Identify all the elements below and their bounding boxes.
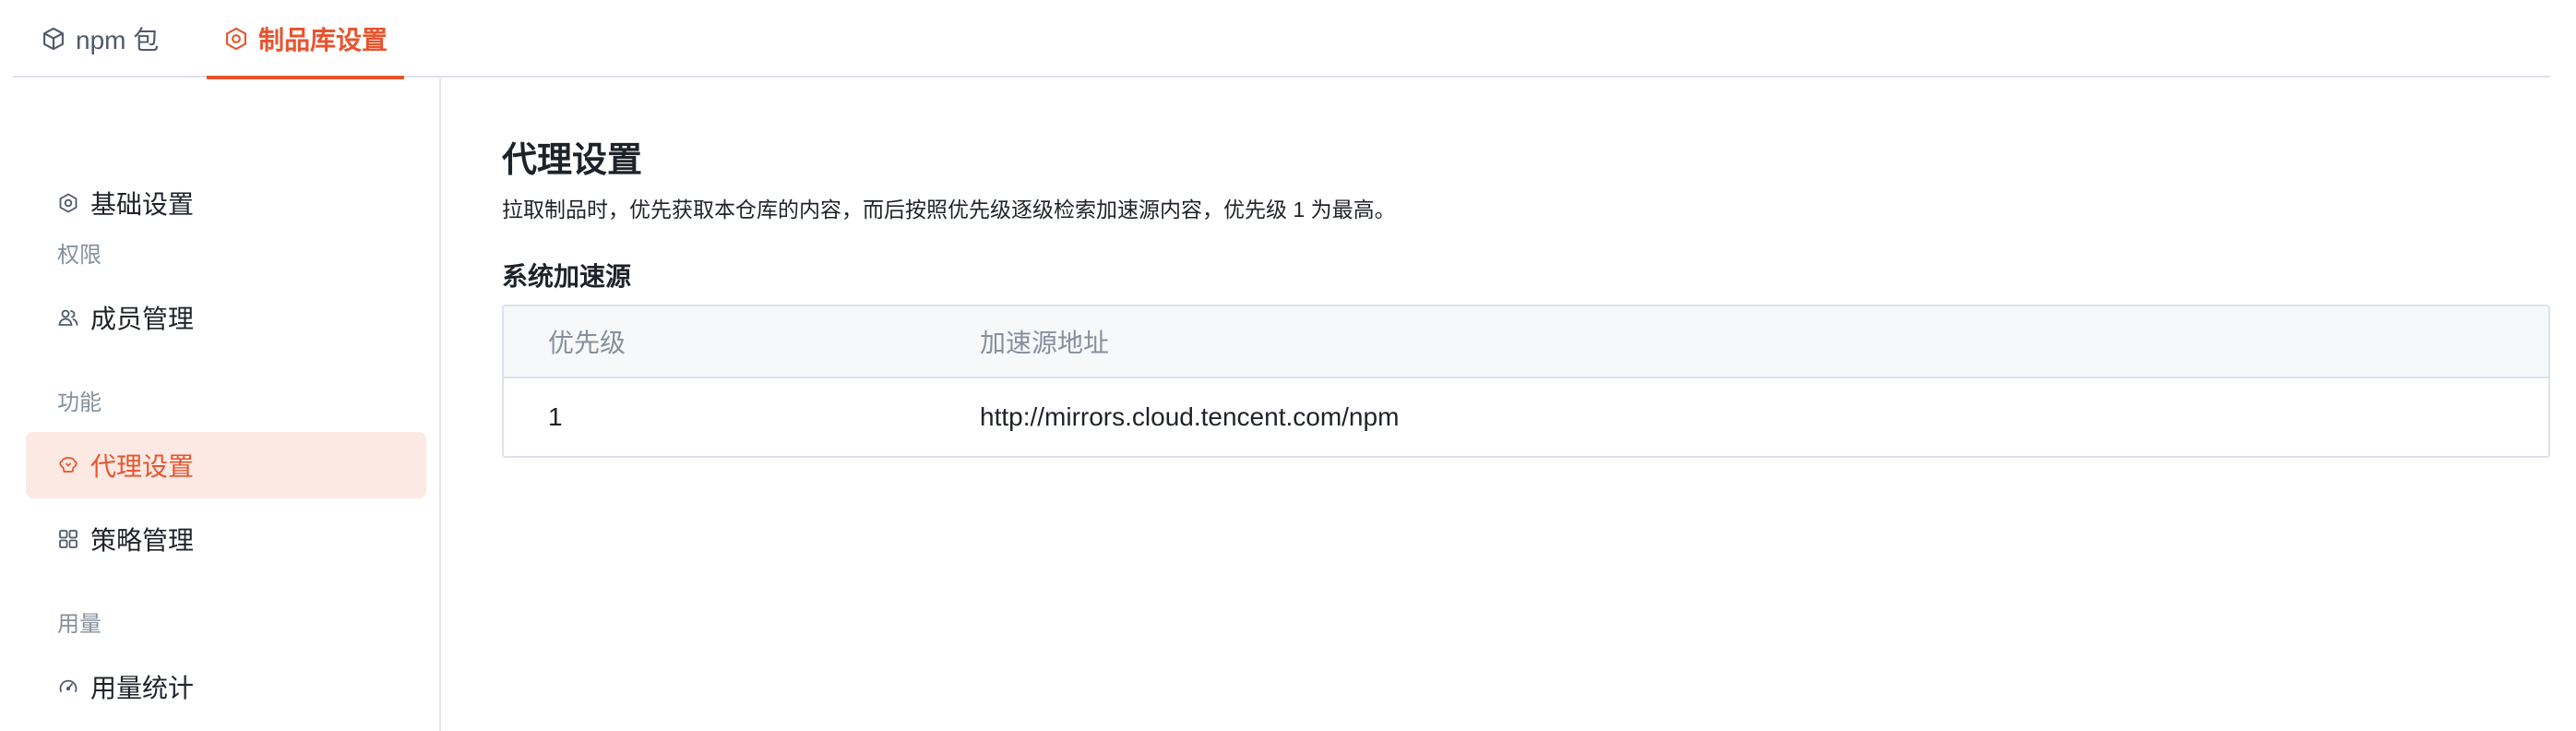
section-title: 系统加速源 [502,262,632,291]
page-title: 代理设置 [502,141,643,180]
column-header-priority: 优先级 [548,329,626,357]
url-cell: http://mirrors.cloud.tencent.com/npm [980,402,1400,431]
sidebar-item-label: 代理设置 [90,452,195,481]
proxy-icon [57,454,79,476]
sidebar-item-label: 用量统计 [90,674,195,702]
sidebar-item-policy-management[interactable]: 策略管理 [26,506,426,572]
column-header-url: 加速源地址 [980,329,1110,357]
sidebar-group-usage: 用量 [57,612,101,637]
tab-npm-package[interactable]: npm 包 [41,0,159,78]
sidebar: 基础设置 权限 成员管理 功能 代理设置 策略管理 用量 用量统计 [0,78,441,731]
mirror-table: 优先级 加速源地址 1 http://mirrors.cloud.tencent… [502,305,2550,458]
priority-cell: 1 [548,402,563,431]
sidebar-item-label: 成员管理 [90,305,195,333]
settings-icon [57,192,79,214]
sidebar-item-basic-settings[interactable]: 基础设置 [26,170,426,236]
table-header: 优先级 加速源地址 [504,306,2548,378]
tab-artifact-settings[interactable]: 制品库设置 [206,0,405,79]
table-row: 1 http://mirrors.cloud.tencent.com/npm [504,378,2548,456]
gauge-icon [57,676,79,698]
sidebar-group-permissions: 权限 [57,243,101,268]
settings-icon [223,26,249,52]
sidebar-group-features: 功能 [57,390,101,415]
sidebar-item-label: 基础设置 [90,190,195,219]
top-tabs: npm 包 制品库设置 [13,0,2550,79]
sidebar-item-usage-stats[interactable]: 用量统计 [26,653,426,720]
page-description: 拉取制品时，优先获取本仓库的内容，而后按照优先级逐级检索加速源内容，优先级 1 … [502,198,1396,222]
tab-label: 制品库设置 [258,26,388,54]
users-icon [57,306,79,329]
sidebar-item-label: 策略管理 [90,526,195,555]
tab-label: npm 包 [76,26,160,54]
sidebar-item-member-management[interactable]: 成员管理 [26,284,426,351]
package-icon [41,26,66,52]
sidebar-item-proxy-settings[interactable]: 代理设置 [26,432,426,498]
grid-icon [57,528,79,550]
